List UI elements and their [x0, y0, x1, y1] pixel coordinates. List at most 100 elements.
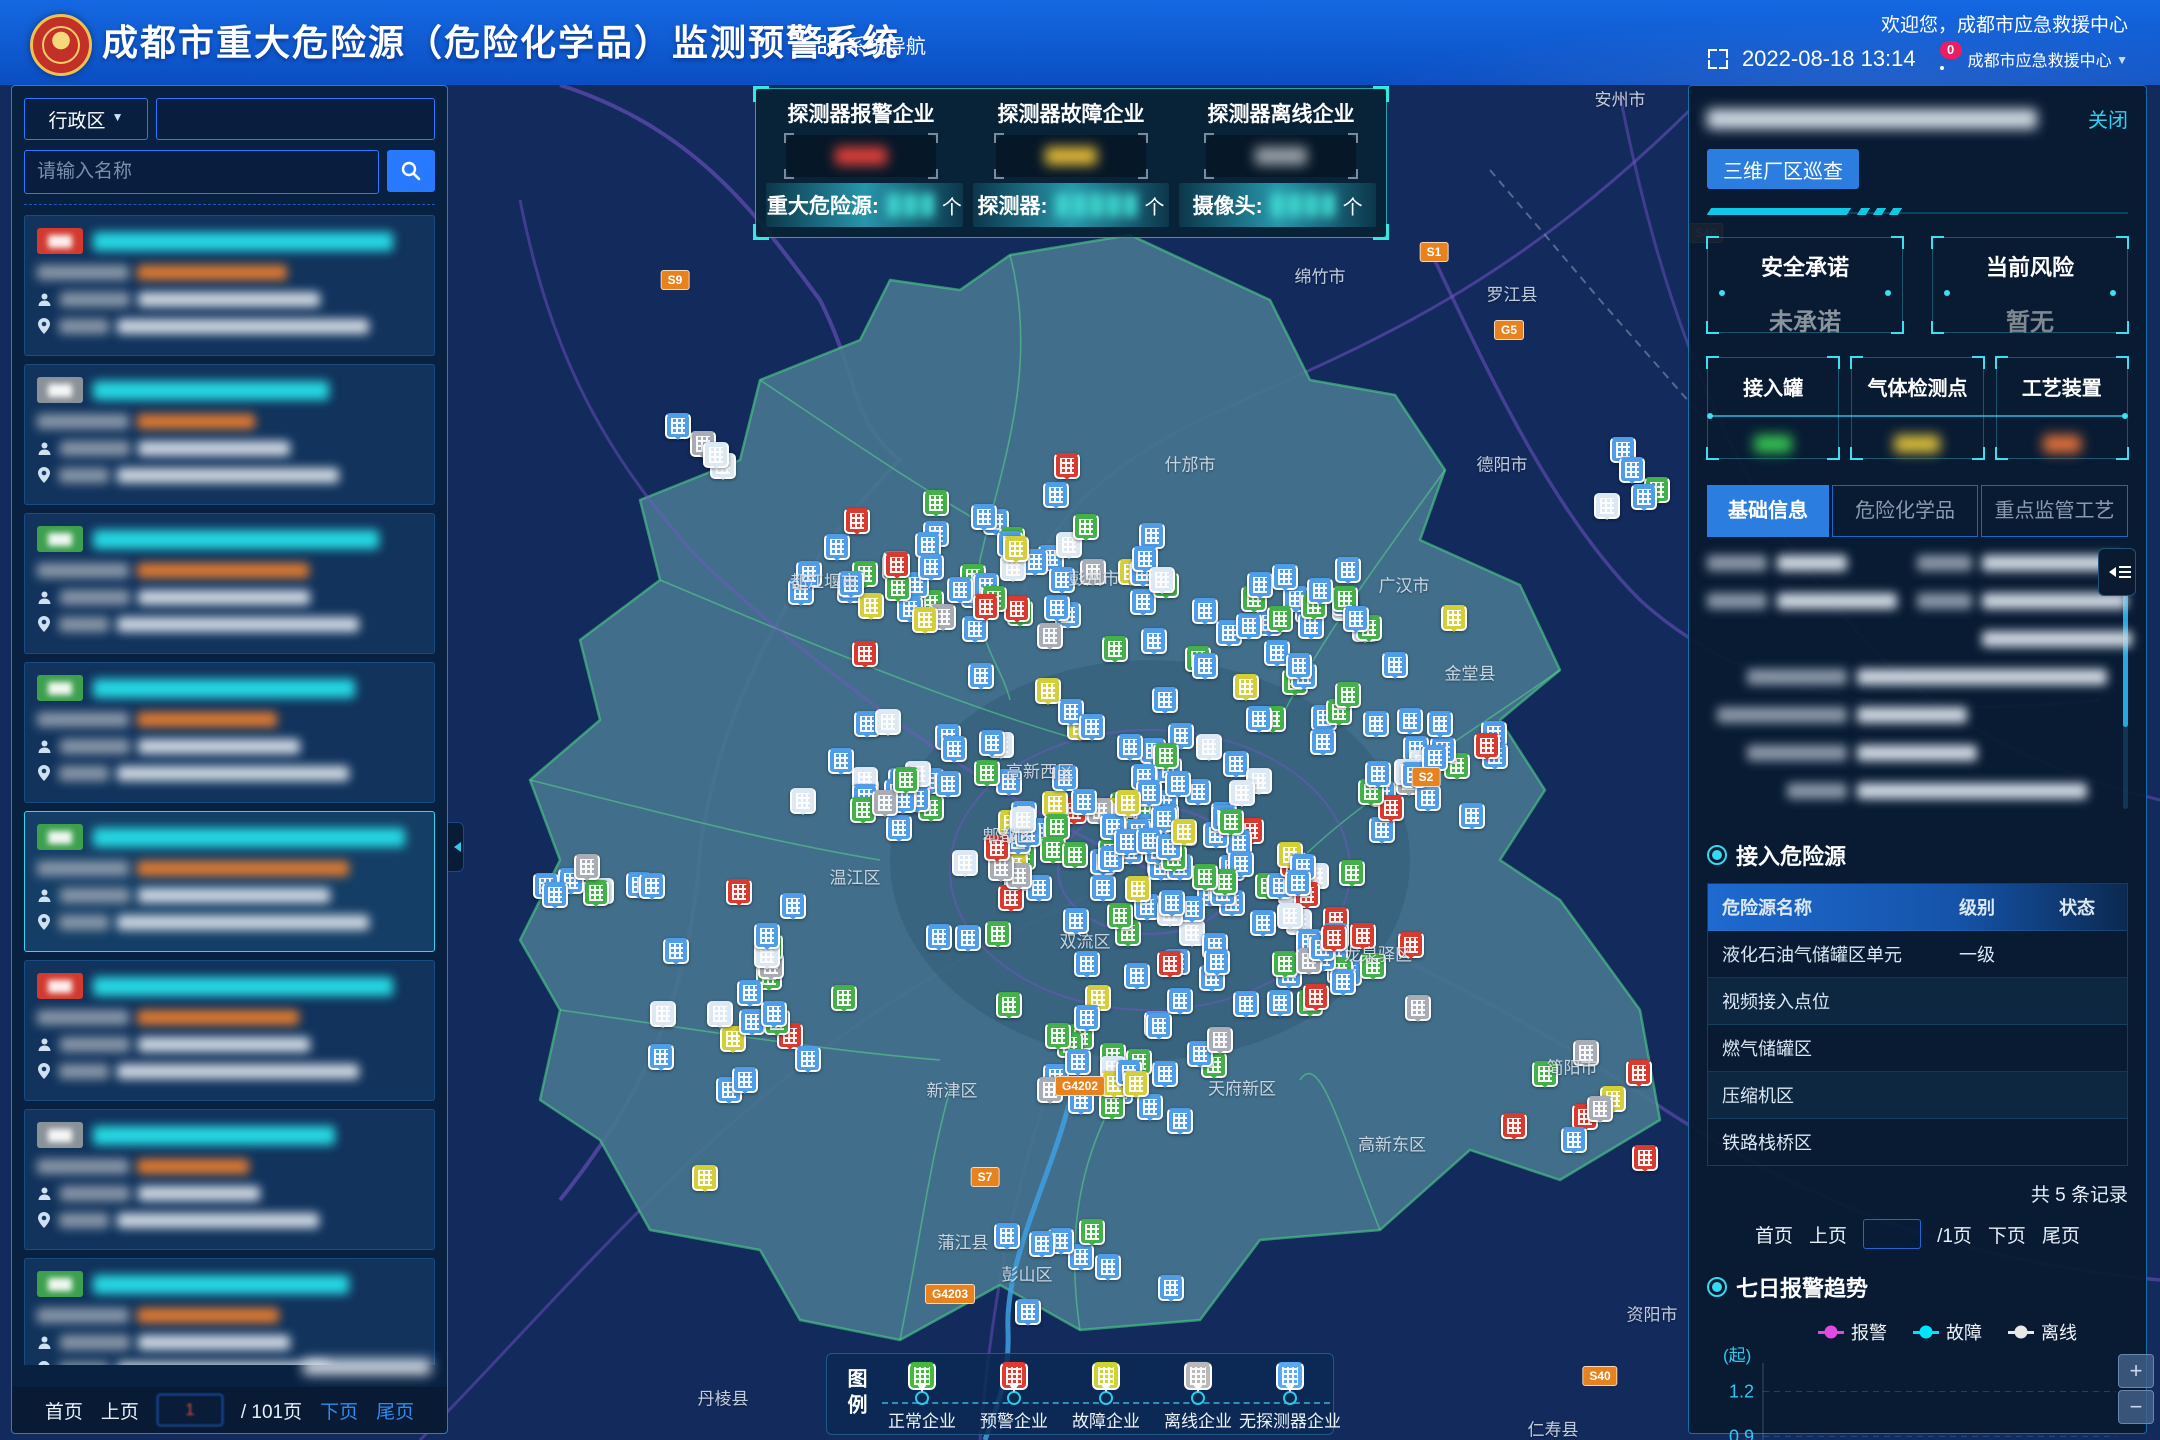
map-pin-blue[interactable] [1330, 969, 1356, 995]
tab-hazard-chemicals[interactable]: 危险化学品 [1832, 485, 1978, 537]
map-pin-blue[interactable] [1071, 789, 1097, 815]
map-pin-blue[interactable] [1065, 1049, 1091, 1075]
map-pin-blue[interactable] [1146, 1013, 1172, 1039]
map-pin-red[interactable] [1474, 733, 1500, 759]
map-pin-blue[interactable] [1619, 457, 1645, 483]
company-list-item[interactable] [24, 1258, 435, 1365]
map-pin-blue[interactable] [1068, 1088, 1094, 1114]
map-pin-pale[interactable] [875, 709, 901, 735]
page-next[interactable]: 下页 [1988, 1221, 2026, 1248]
map-pin-blue[interactable] [796, 561, 822, 587]
hazard-table-row[interactable]: 液化石油气储罐区单元一级 [1708, 931, 2127, 978]
map-pin-gray[interactable] [1037, 1077, 1063, 1103]
map-pin-blue[interactable] [941, 736, 967, 762]
map-pin-green[interactable] [985, 921, 1011, 947]
page-input[interactable]: 1 [157, 1394, 223, 1426]
page-prev[interactable]: 上页 [101, 1397, 139, 1424]
map-pin-blue[interactable] [1117, 734, 1143, 760]
zoom-out-button[interactable]: − [2118, 1390, 2154, 1424]
map-pin-yellow[interactable] [1233, 674, 1259, 700]
map-pin-blue[interactable] [1167, 988, 1193, 1014]
map-pin-yellow[interactable] [912, 607, 938, 633]
map-pin-green[interactable] [1532, 1061, 1558, 1087]
map-pin-red[interactable] [973, 594, 999, 620]
map-pin-blue[interactable] [1152, 1061, 1178, 1087]
map-pin-blue[interactable] [1124, 963, 1150, 989]
map-pin-green[interactable] [1218, 809, 1244, 835]
tab-basic-info[interactable]: 基础信息 [1707, 485, 1829, 537]
org-dropdown[interactable]: 成都市应急救援中心 ▼ [1968, 47, 2128, 71]
map-pin-blue[interactable] [1415, 785, 1441, 811]
company-list-item[interactable] [24, 811, 435, 952]
map-pin-pale[interactable] [1229, 780, 1255, 806]
map-pin-blue[interactable] [1167, 1108, 1193, 1134]
map-pin-green[interactable] [1102, 636, 1128, 662]
map-pin-blue[interactable] [1029, 1231, 1055, 1257]
sidebar-collapse-button[interactable] [448, 822, 464, 872]
map-pin-green[interactable] [1335, 682, 1361, 708]
map-pin-blue[interactable] [1307, 578, 1333, 604]
page-last[interactable]: 尾页 [376, 1397, 414, 1424]
page-prev[interactable]: 上页 [1809, 1221, 1847, 1248]
map-pin-red[interactable] [852, 641, 878, 667]
map-pin-blue[interactable] [737, 980, 763, 1006]
map-pin-red[interactable] [1321, 925, 1347, 951]
region-value-input[interactable] [156, 98, 435, 140]
map-pin-green[interactable] [1192, 864, 1218, 890]
map-pin-blue[interactable] [1343, 606, 1369, 632]
map-pin-blue[interactable] [1204, 949, 1230, 975]
map-pin-blue[interactable] [1095, 1254, 1121, 1280]
map-pin-blue[interactable] [1158, 1275, 1184, 1301]
map-pin-blue[interactable] [665, 413, 691, 439]
map-pin-blue[interactable] [1130, 589, 1156, 615]
map-pin-yellow[interactable] [1441, 605, 1467, 631]
map-pin-yellow[interactable] [1125, 876, 1151, 902]
map-pin-gray[interactable] [1080, 559, 1106, 585]
close-button[interactable]: 关闭 [2088, 104, 2128, 133]
trend-legend-item[interactable]: 离线 [2008, 1319, 2077, 1345]
map-pin-pale[interactable] [1594, 493, 1620, 519]
map-pin-red[interactable] [1501, 1113, 1527, 1139]
search-button[interactable] [387, 150, 435, 192]
map-pin-blue[interactable] [1192, 653, 1218, 679]
map-pin-gray[interactable] [1573, 1040, 1599, 1066]
page-next[interactable]: 下页 [320, 1397, 358, 1424]
map-pin-yellow[interactable] [1171, 819, 1197, 845]
map-pin-blue[interactable] [1285, 870, 1311, 896]
map-pin-pale[interactable] [790, 788, 816, 814]
map-pin-green[interactable] [1153, 743, 1179, 769]
zoom-in-button[interactable]: + [2118, 1354, 2154, 1388]
map-pin-blue[interactable] [663, 938, 689, 964]
map-pin-blue[interactable] [1247, 572, 1273, 598]
map-pin-red[interactable] [884, 552, 910, 578]
map-pin-blue[interactable] [971, 504, 997, 530]
map-pin-gray[interactable] [1587, 1096, 1613, 1122]
map-pin-red[interactable] [1157, 951, 1183, 977]
map-pin-blue[interactable] [1090, 875, 1116, 901]
map-pin-red[interactable] [1054, 453, 1080, 479]
map-pin-blue[interactable] [935, 771, 961, 797]
map-pin-red[interactable] [1398, 932, 1424, 958]
map-pin-yellow[interactable] [1123, 1071, 1149, 1097]
map-pin-red[interactable] [1350, 923, 1376, 949]
map-pin-blue[interactable] [542, 882, 568, 908]
map-pin-green[interactable] [1107, 903, 1133, 929]
map-pin-blue[interactable] [1631, 484, 1657, 510]
map-pin-blue[interactable] [1365, 761, 1391, 787]
map-pin-blue[interactable] [1233, 991, 1259, 1017]
tab-key-supervision[interactable]: 重点监管工艺 [1981, 485, 2128, 537]
map-pin-red[interactable] [844, 508, 870, 534]
map-pin-green[interactable] [923, 490, 949, 516]
company-list-item[interactable] [24, 215, 435, 356]
map-pin-green[interactable] [1339, 860, 1365, 886]
map-pin-pale[interactable] [707, 1001, 733, 1027]
map-pin-blue[interactable] [754, 923, 780, 949]
map-pin-blue[interactable] [1141, 628, 1167, 654]
map-pin-blue[interactable] [926, 924, 952, 950]
map-pin-blue[interactable] [1159, 890, 1185, 916]
map-pin-blue[interactable] [828, 748, 854, 774]
map-pin-gray[interactable] [1405, 995, 1431, 1021]
map-pin-red[interactable] [1632, 1145, 1658, 1171]
map-pin-blue[interactable] [1015, 1299, 1041, 1325]
map-pin-red[interactable] [1626, 1060, 1652, 1086]
